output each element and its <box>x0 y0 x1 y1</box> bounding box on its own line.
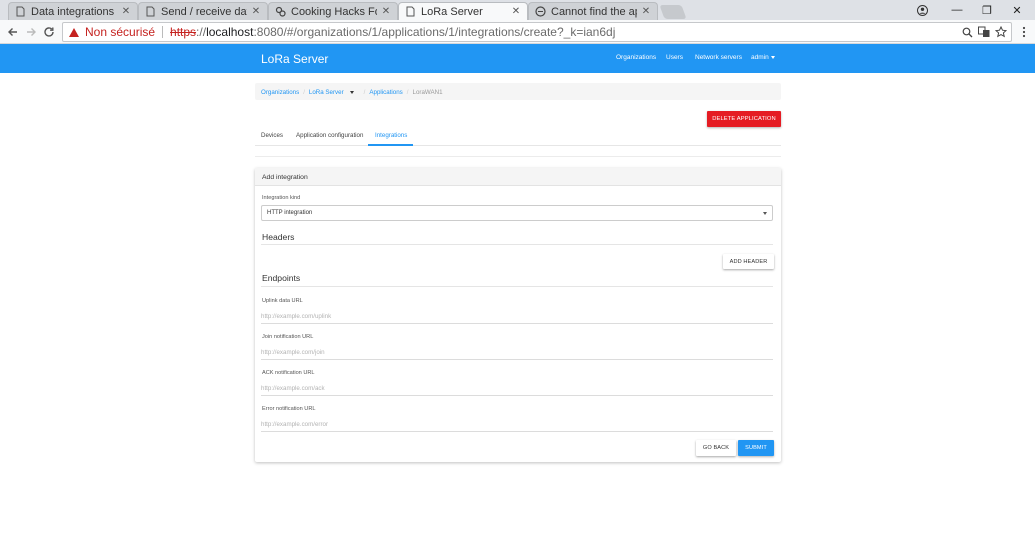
browser-menu-button[interactable] <box>1015 23 1033 41</box>
arrow-right-icon <box>27 28 36 36</box>
section-divider <box>261 244 773 245</box>
browser-tab-cooking-hacks[interactable]: Cooking Hacks Forum • ✕ <box>268 2 398 20</box>
browser-tab-title: Data integrations - LoRa <box>31 5 117 18</box>
add-header-button[interactable]: ADD HEADER <box>723 254 774 269</box>
minimize-window-button[interactable]: — <box>940 0 974 20</box>
error-url-input[interactable] <box>261 420 773 432</box>
address-separator <box>162 26 164 38</box>
url-path: :8080/#/organizations/1/applications/1/i… <box>253 25 616 39</box>
close-icon: ✕ <box>1012 4 1022 17</box>
close-icon[interactable]: ✕ <box>381 6 391 17</box>
restore-icon: ❐ <box>982 4 992 17</box>
submit-button[interactable]: SUBMIT <box>738 440 774 456</box>
tab-devices[interactable]: Devices <box>261 132 283 139</box>
breadcrumb-applications[interactable]: Applications <box>369 89 402 96</box>
back-button[interactable] <box>4 23 22 41</box>
close-window-button[interactable]: ✕ <box>1000 0 1034 20</box>
breadcrumb: Organizations / LoRa Server / Applications / L… <box>255 83 781 100</box>
divider <box>255 156 781 157</box>
ack-url-input[interactable] <box>261 384 773 396</box>
url-host: localhost <box>206 25 254 39</box>
browser-tab-title: LoRa Server <box>421 5 483 18</box>
page-icon <box>145 6 156 17</box>
ack-url-label: ACK notification URL <box>262 370 315 376</box>
close-icon[interactable]: ✕ <box>121 6 131 17</box>
address-bar[interactable]: Non sécurisé https://localhost:8080/#/or… <box>62 22 1012 42</box>
browser-tab-lora-server[interactable]: LoRa Server ✕ <box>398 2 528 20</box>
page-icon <box>15 6 26 17</box>
go-back-button[interactable]: GO BACK <box>696 440 736 456</box>
brand-title[interactable]: LoRa Server <box>261 52 328 66</box>
application-tabs: Devices Application configuration Integr… <box>255 128 781 146</box>
restore-window-button[interactable]: ❐ <box>970 0 1004 20</box>
integration-kind-value: HTTP integration <box>267 210 313 216</box>
new-tab-button[interactable] <box>659 5 687 19</box>
admin-label: admin <box>751 54 769 61</box>
join-url-input[interactable] <box>261 348 773 360</box>
uplink-url-label: Uplink data URL <box>262 298 303 304</box>
browser-tab-data-integrations[interactable]: Data integrations - LoRa ✕ <box>8 2 138 20</box>
headers-section-title: Headers <box>262 232 295 242</box>
forward-button[interactable] <box>22 23 40 41</box>
active-tab-indicator <box>368 144 413 146</box>
integration-kind-label: Integration kind <box>262 195 301 201</box>
chevron-down-icon <box>763 212 767 215</box>
breadcrumb-separator: / <box>363 89 366 96</box>
section-divider <box>261 286 773 287</box>
join-url-label: Join notification URL <box>262 334 314 340</box>
endpoints-section-title: Endpoints <box>262 273 301 283</box>
close-icon[interactable]: ✕ <box>641 6 651 17</box>
delete-application-button[interactable]: DELETE APPLICATION <box>707 111 781 127</box>
reload-button[interactable] <box>40 23 58 41</box>
close-icon[interactable]: ✕ <box>251 6 261 17</box>
minimize-icon: — <box>951 4 963 16</box>
address-url: https://localhost:8080/#/organizations/1… <box>170 25 615 39</box>
security-indicator[interactable]: Non sécurisé <box>63 25 155 39</box>
breadcrumb-organizations[interactable]: Organizations <box>261 89 299 96</box>
warning-icon <box>69 27 79 37</box>
browser-tab-title: Cannot find the applicatio <box>551 5 637 18</box>
app-header: LoRa Server Organizations Users Network … <box>0 44 1035 73</box>
reload-icon <box>44 27 54 37</box>
browser-tabstrip: Data integrations - LoRa ✕ Send / receiv… <box>0 0 1035 20</box>
kebab-menu-icon <box>1022 26 1026 38</box>
browser-tab-title: Send / receive data - LoR <box>161 5 247 18</box>
github-icon <box>535 6 546 17</box>
page-icon <box>405 6 416 17</box>
url-scheme-suffix: :// <box>196 25 207 39</box>
translate-icon[interactable] <box>977 25 991 39</box>
url-scheme: https <box>170 25 197 39</box>
bookmark-star-icon[interactable] <box>994 25 1008 39</box>
error-url-label: Error notification URL <box>262 406 316 412</box>
nav-admin-menu[interactable]: admin <box>751 54 775 61</box>
zoom-icon[interactable] <box>960 25 974 39</box>
chevron-down-icon <box>770 55 775 59</box>
nav-organizations[interactable]: Organizations <box>616 54 656 61</box>
tab-integrations[interactable]: Integrations <box>375 132 407 139</box>
tab-application-configuration[interactable]: Application configuration <box>296 132 363 139</box>
breadcrumb-current: LoraWAN1 <box>412 89 443 96</box>
add-integration-card: Add integration Integration kind HTTP in… <box>255 168 781 462</box>
browser-tab-send-receive[interactable]: Send / receive data - LoR ✕ <box>138 2 268 20</box>
browser-toolbar: Non sécurisé https://localhost:8080/#/or… <box>0 20 1035 44</box>
breadcrumb-organization-name[interactable]: LoRa Server <box>309 89 344 96</box>
integration-kind-select[interactable]: HTTP integration <box>261 205 773 221</box>
arrow-left-icon <box>8 28 17 36</box>
chevron-down-icon[interactable] <box>349 90 354 94</box>
browser-tab-title: Cooking Hacks Forum • <box>291 5 377 18</box>
close-icon[interactable]: ✕ <box>511 6 521 17</box>
cooking-hacks-icon <box>275 6 286 17</box>
card-title: Add integration <box>255 168 781 186</box>
breadcrumb-separator: / <box>303 89 305 96</box>
nav-network-servers[interactable]: Network servers <box>695 54 742 61</box>
uplink-url-input[interactable] <box>261 312 773 324</box>
breadcrumb-separator: / <box>406 89 409 96</box>
nav-users[interactable]: Users <box>666 54 683 61</box>
browser-tab-cannot-find[interactable]: Cannot find the applicatio ✕ <box>528 2 658 20</box>
profile-icon[interactable] <box>905 0 939 20</box>
security-label: Non sécurisé <box>85 25 156 39</box>
